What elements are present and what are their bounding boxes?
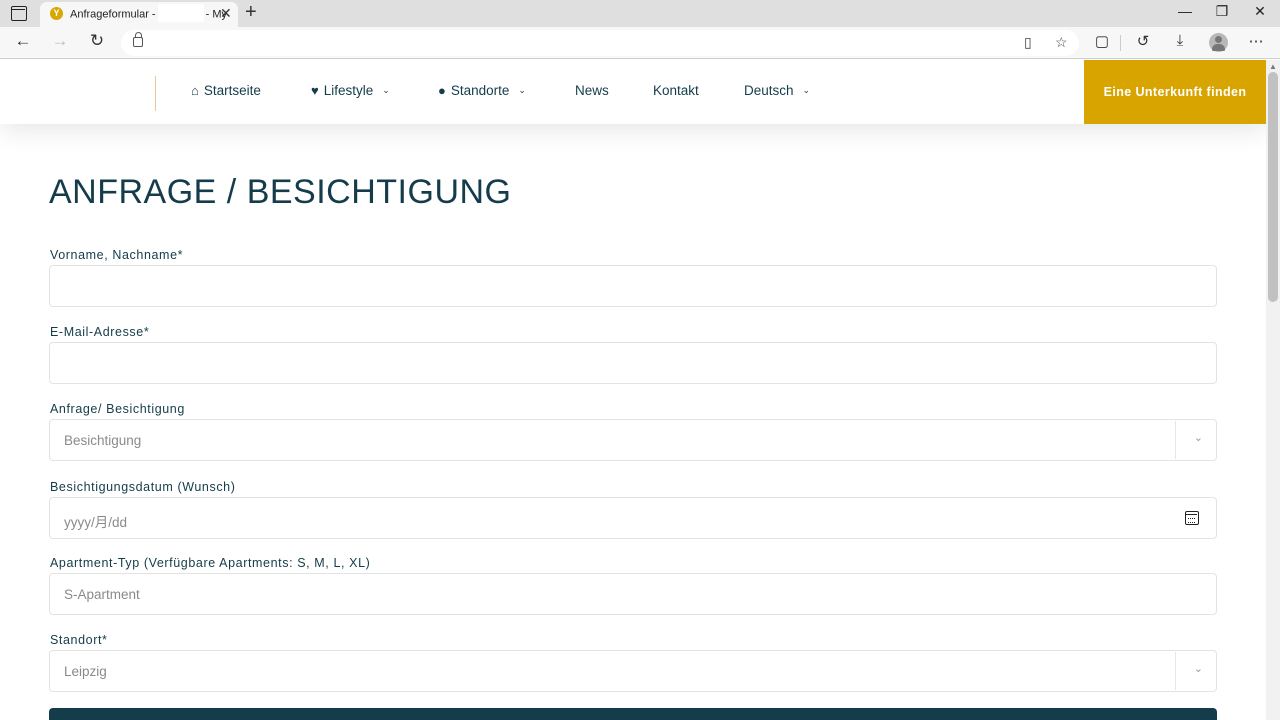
home-icon: ⌂ (191, 83, 199, 98)
apartment-type-label: Apartment-Typ (Verfügbare Apartments: S,… (50, 556, 371, 570)
email-field[interactable] (49, 342, 1217, 384)
location-select[interactable]: Leipzig ⌄ (49, 650, 1217, 692)
history-icon[interactable]: ↺ (1132, 32, 1154, 50)
nav-item-label: Kontakt (653, 83, 699, 98)
name-field[interactable] (49, 265, 1217, 307)
tab-actions-icon[interactable] (11, 6, 27, 21)
nav-item-kontakt[interactable]: Kontakt (653, 83, 699, 98)
collections-icon[interactable]: ▢ (1091, 32, 1113, 50)
scrollbar-thumb[interactable] (1268, 72, 1278, 302)
chevron-down-icon[interactable]: ⌄ (1194, 662, 1203, 675)
lock-icon[interactable] (133, 32, 143, 47)
reload-icon[interactable]: ↻ (85, 31, 109, 51)
nav-item-label: Startseite (203, 83, 261, 98)
browser-tab-active[interactable]: Y Anfrageformular -- My ✕ (40, 2, 238, 27)
page-scrollbar[interactable]: ▲ (1266, 60, 1280, 720)
calendar-icon[interactable] (1185, 511, 1199, 525)
window-minimize-icon[interactable]: — (1175, 3, 1195, 19)
back-icon[interactable]: ← (11, 31, 35, 51)
email-field-label: E-Mail-Adresse* (50, 325, 150, 339)
downloads-icon[interactable]: ⤓ (1169, 32, 1191, 49)
heart-icon: ♥ (311, 83, 319, 98)
nav-item-language[interactable]: Deutsch ⌄ (744, 83, 810, 98)
nav-item-label: Standorte (450, 83, 510, 98)
logo-divider (155, 76, 156, 111)
window-close-icon[interactable]: ✕ (1250, 3, 1270, 20)
site-favicon-icon: Y (50, 7, 63, 20)
nav-item-news[interactable]: News (575, 83, 609, 98)
submit-button[interactable] (49, 708, 1217, 720)
browser-toolbar: ← → ↻ ▯ ☆ ▢ ↺ ⤓ ⋯ (0, 27, 1280, 59)
chevron-down-icon: ⌄ (802, 85, 811, 95)
scroll-up-icon[interactable]: ▲ (1269, 62, 1277, 71)
add-favorite-icon[interactable]: ☆ (1055, 34, 1068, 51)
address-bar[interactable]: ▯ ☆ (121, 30, 1079, 56)
window-maximize-icon[interactable]: ❐ (1212, 3, 1232, 20)
location-label: Standort* (50, 633, 108, 647)
nav-item-lifestyle[interactable]: ♥ Lifestyle ⌄ (311, 83, 390, 98)
site-header: ⌂ Startseite ♥ Lifestyle ⌄ ● Standorte ⌄… (0, 60, 1266, 124)
more-options-icon[interactable]: ⋯ (1245, 32, 1267, 50)
nav-item-label: Lifestyle (323, 83, 374, 98)
toolbar-divider (1120, 35, 1121, 51)
chevron-down-icon: ⌄ (518, 85, 526, 95)
new-tab-icon[interactable]: + (245, 1, 257, 24)
request-type-select[interactable]: Besichtigung ⌄ (49, 419, 1217, 461)
nav-item-label: News (575, 83, 609, 98)
visit-date-value: yyyy/月/dd (64, 515, 128, 530)
tab-title-prefix: Anfrageformular - (70, 8, 156, 21)
nav-item-label: Deutsch (744, 83, 794, 98)
nav-item-startseite[interactable]: ⌂ Startseite (191, 83, 261, 98)
request-type-label: Anfrage/ Besichtigung (50, 402, 185, 416)
profile-avatar-icon[interactable] (1209, 33, 1228, 52)
location-value: Leipzig (64, 664, 107, 679)
select-divider (1175, 652, 1176, 690)
page-viewport: ⌂ Startseite ♥ Lifestyle ⌄ ● Standorte ⌄… (0, 60, 1266, 720)
globe-icon: ● (438, 83, 446, 98)
find-accommodation-button[interactable]: Eine Unterkunft finden (1084, 60, 1266, 124)
request-type-value: Besichtigung (64, 433, 142, 448)
browser-tabstrip: Y Anfrageformular -- My ✕ + — ❐ ✕ (0, 0, 1280, 27)
tab-title: Anfrageformular -- My (70, 4, 227, 22)
forward-icon[interactable]: → (48, 31, 72, 51)
tab-title-redaction (157, 4, 204, 22)
apartment-type-value: S-Apartment (64, 587, 140, 602)
visit-date-label: Besichtigungsdatum (Wunsch) (50, 480, 236, 494)
nav-item-standorte[interactable]: ● Standorte ⌄ (438, 83, 526, 98)
visit-date-field[interactable]: yyyy/月/dd (49, 497, 1217, 539)
tab-close-icon[interactable]: ✕ (220, 5, 232, 22)
apartment-type-field[interactable]: S-Apartment (49, 573, 1217, 615)
reader-mode-icon[interactable]: ▯ (1024, 34, 1032, 51)
page-title: ANFRAGE / BESICHTIGUNG (49, 173, 512, 211)
name-field-label: Vorname, Nachname* (50, 248, 184, 262)
chevron-down-icon: ⌄ (382, 85, 390, 95)
chevron-down-icon[interactable]: ⌄ (1194, 431, 1203, 444)
select-divider (1175, 421, 1176, 459)
